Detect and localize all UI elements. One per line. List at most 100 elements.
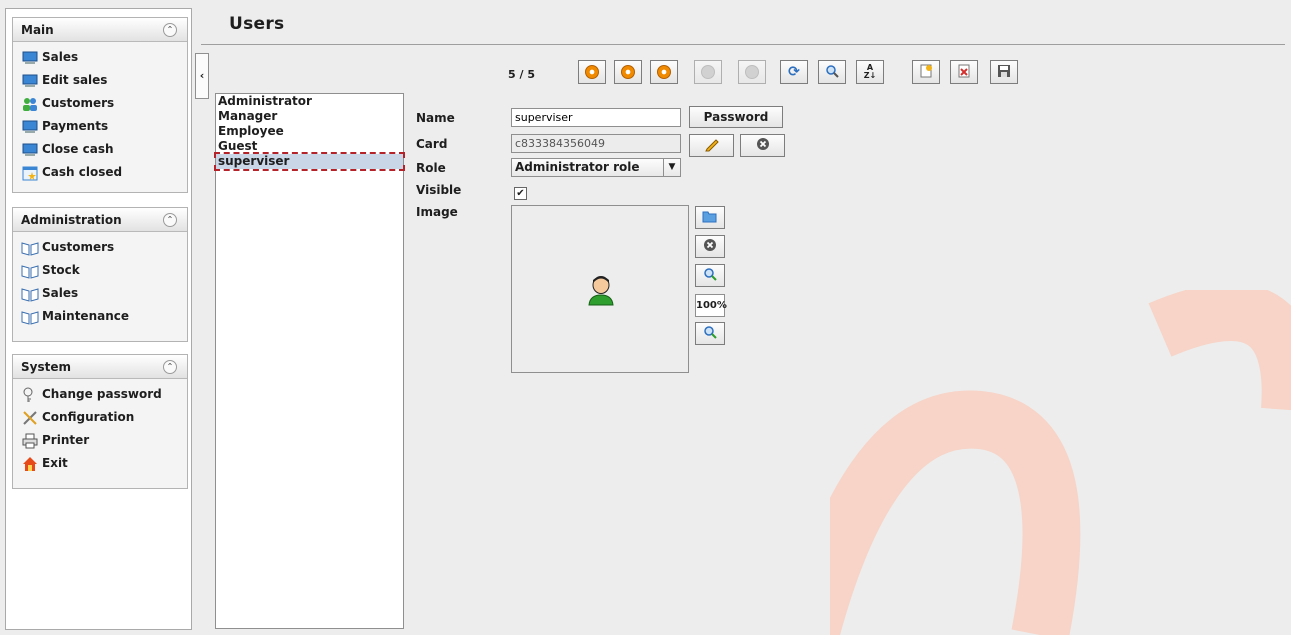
- last-record-button[interactable]: [694, 60, 722, 84]
- monitor-icon: [21, 118, 39, 136]
- book-icon: [21, 239, 39, 257]
- sidebar-item-printer[interactable]: Printer: [21, 429, 187, 452]
- sidebar-item-label: Change password: [42, 387, 162, 401]
- list-item[interactable]: Administrator: [216, 94, 403, 109]
- monitor-icon: [21, 141, 39, 159]
- sidebar-item-admin-sales[interactable]: Sales: [21, 282, 187, 305]
- first-record-button[interactable]: [578, 60, 606, 84]
- sidebar-item-label: Edit sales: [42, 73, 108, 87]
- panel-system: System ⌃ Change password Configuration P…: [12, 354, 188, 489]
- book-icon: [21, 285, 39, 303]
- list-item[interactable]: Manager: [216, 109, 403, 124]
- next-icon: [657, 65, 671, 79]
- printer-icon: [21, 432, 39, 450]
- sidebar-item-close-cash[interactable]: Close cash: [21, 138, 187, 161]
- pencil-icon: [704, 136, 720, 155]
- title-divider: [201, 44, 1285, 45]
- book-icon: [21, 308, 39, 326]
- sidebar-item-label: Payments: [42, 119, 109, 133]
- key-icon: [21, 386, 39, 404]
- people-icon: [21, 95, 39, 113]
- watermark-logo: [830, 290, 1291, 635]
- sidebar-item-change-password[interactable]: Change password: [21, 383, 187, 406]
- list-item-selected[interactable]: superviser: [214, 152, 405, 171]
- sidebar-item-cash-closed[interactable]: Cash closed: [21, 161, 187, 184]
- zoom-level: 100%: [695, 294, 727, 317]
- sidebar-item-payments[interactable]: Payments: [21, 115, 187, 138]
- save-icon: [997, 64, 1011, 81]
- sidebar-item-label: Customers: [42, 240, 115, 254]
- list-item[interactable]: Guest: [216, 139, 403, 154]
- sidebar-item-admin-customers[interactable]: Customers: [21, 236, 187, 259]
- sort-icon: A Z↓: [863, 63, 877, 80]
- search-button[interactable]: [818, 60, 846, 84]
- sidebar-item-label: Configuration: [42, 410, 135, 424]
- sort-button[interactable]: A Z↓: [856, 60, 884, 84]
- zoom-out-button[interactable]: [695, 322, 725, 345]
- sidebar-item-label: Customers: [42, 96, 115, 110]
- collapse-icon[interactable]: ⌃: [163, 23, 177, 37]
- first-icon: [585, 65, 599, 79]
- user-image: [511, 205, 689, 373]
- stop-button[interactable]: [738, 60, 766, 84]
- sidebar-item-label: Printer: [42, 433, 90, 447]
- collapse-icon[interactable]: ⌃: [163, 360, 177, 374]
- new-record-button[interactable]: [912, 60, 940, 84]
- clear-card-button[interactable]: [740, 134, 785, 157]
- collapse-sidebar-button[interactable]: ‹: [195, 53, 209, 99]
- next-record-button[interactable]: [650, 60, 678, 84]
- role-label: Role: [416, 161, 446, 175]
- previous-record-button[interactable]: [614, 60, 642, 84]
- check-icon: ✔: [516, 188, 525, 199]
- name-label: Name: [416, 111, 455, 125]
- card-field[interactable]: [511, 134, 681, 153]
- panel-main-header[interactable]: Main ⌃: [13, 18, 187, 42]
- panel-system-title: System: [21, 360, 71, 374]
- user-avatar-icon: [588, 276, 614, 306]
- role-value: Administrator role: [515, 160, 640, 174]
- stop-icon: [745, 65, 759, 79]
- sidebar-item-sales[interactable]: Sales: [21, 46, 187, 69]
- search-icon: [825, 64, 839, 81]
- sidebar-item-configuration[interactable]: Configuration: [21, 406, 187, 429]
- folder-open-icon: [702, 209, 718, 226]
- remove-image-button[interactable]: [695, 235, 725, 258]
- save-button[interactable]: [990, 60, 1018, 84]
- zoom-in-button[interactable]: [695, 264, 725, 287]
- reload-button[interactable]: ⟳: [780, 60, 808, 84]
- list-item[interactable]: Employee: [216, 124, 403, 139]
- zoom-in-icon: [703, 267, 717, 284]
- panel-main: Main ⌃ Sales Edit sales Customers Paymen…: [12, 17, 188, 193]
- panel-administration: Administration ⌃ Customers Stock Sales M…: [12, 207, 188, 342]
- collapse-icon[interactable]: ⌃: [163, 213, 177, 227]
- sidebar-item-maintenance[interactable]: Maintenance: [21, 305, 187, 328]
- open-image-button[interactable]: [695, 206, 725, 229]
- visible-checkbox[interactable]: ✔: [514, 187, 527, 200]
- sidebar-item-label: Stock: [42, 263, 80, 277]
- chevron-down-icon: ▼: [663, 159, 680, 176]
- sidebar-item-label: Sales: [42, 286, 79, 300]
- panel-system-header[interactable]: System ⌃: [13, 355, 187, 379]
- password-button[interactable]: Password: [689, 106, 783, 128]
- sidebar-item-exit[interactable]: Exit: [21, 452, 187, 475]
- last-icon: [701, 65, 715, 79]
- delete-record-button[interactable]: [950, 60, 978, 84]
- home-icon: [21, 455, 39, 473]
- clear-icon: [756, 137, 770, 154]
- sidebar-item-customers[interactable]: Customers: [21, 92, 187, 115]
- edit-card-button[interactable]: [689, 134, 734, 157]
- panel-administration-header[interactable]: Administration ⌃: [13, 208, 187, 232]
- sidebar-item-label: Exit: [42, 456, 68, 470]
- name-field[interactable]: [511, 108, 681, 127]
- sidebar-item-stock[interactable]: Stock: [21, 259, 187, 282]
- sidebar-item-label: Cash closed: [42, 165, 123, 179]
- calendar-icon: [21, 164, 39, 182]
- user-list[interactable]: Administrator Manager Employee Guest sup…: [214, 93, 405, 629]
- record-counter: 5 / 5: [508, 68, 535, 81]
- sidebar: Main ⌃ Sales Edit sales Customers Paymen…: [5, 8, 192, 630]
- book-icon: [21, 262, 39, 280]
- new-icon: [919, 64, 933, 81]
- role-select[interactable]: Administrator role ▼: [511, 158, 681, 177]
- sidebar-item-edit-sales[interactable]: Edit sales: [21, 69, 187, 92]
- previous-icon: [621, 65, 635, 79]
